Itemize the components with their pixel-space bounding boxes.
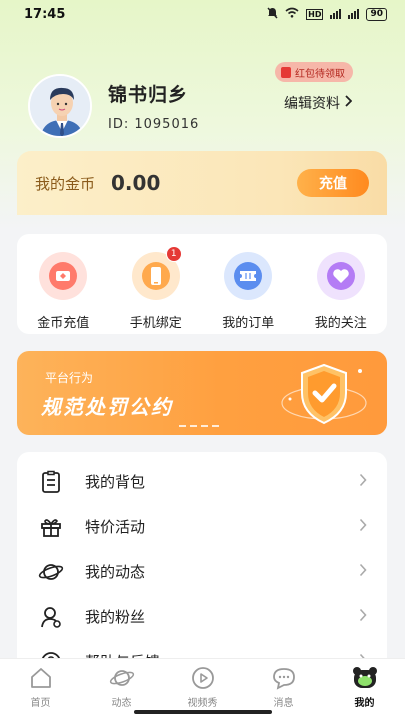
battery-icon: 90: [366, 7, 387, 21]
menu-item-label: 我的动态: [85, 563, 146, 581]
status-icons: HD 90: [267, 6, 387, 22]
menu-item-label: 我的粉丝: [85, 608, 146, 626]
coin-recharge-icon: [39, 252, 88, 300]
planet-icon: [109, 665, 135, 691]
chevron-right-icon: [359, 562, 367, 581]
status-time: 17:45: [24, 6, 66, 22]
shortcut-coin-recharge[interactable]: 金币充值: [23, 252, 103, 334]
profile-section[interactable]: 锦书归乡 ID: 1095016: [28, 74, 199, 138]
redpacket-tip[interactable]: 红包待领取: [275, 62, 353, 82]
coin-balance: 0.00: [111, 171, 161, 195]
chevron-right-icon: [359, 607, 367, 626]
edit-profile-link[interactable]: 编辑资料: [284, 93, 353, 113]
gift-icon: [37, 513, 65, 541]
heart-icon: [316, 252, 365, 300]
shield-check-icon: [272, 359, 372, 435]
menu-item-backpack[interactable]: 我的背包: [17, 459, 387, 504]
notification-badge: 1: [165, 246, 182, 262]
chevron-right-icon: [344, 95, 353, 111]
ticket-icon: [224, 252, 273, 300]
banner-title: 规范处罚公约: [41, 395, 173, 419]
tab-mine[interactable]: 我的: [330, 665, 400, 720]
home-icon: [28, 665, 54, 691]
hd-icon: HD: [306, 8, 324, 20]
menu-item-label: 特价活动: [85, 518, 146, 536]
tab-label: 动态: [111, 698, 132, 709]
home-indicator: [134, 710, 272, 714]
menu-item-my-fans[interactable]: 我的粉丝: [17, 594, 387, 639]
coin-card: 我的金币 0.00 充值: [17, 151, 387, 215]
menu-item-label: 我的背包: [85, 473, 146, 491]
nickname: 锦书归乡: [108, 84, 189, 106]
platform-rules-banner[interactable]: 平台行为 规范处罚公约: [17, 351, 387, 435]
menu-list: 我的背包 特价活动 我的动态 我的粉丝 帮助与反馈: [17, 452, 387, 672]
tab-label: 首页: [30, 698, 51, 709]
shortcut-label: 我的关注: [314, 316, 367, 331]
chevron-right-icon: [359, 517, 367, 536]
redpacket-tip-label: 红包待领取: [295, 68, 345, 80]
avatar[interactable]: [28, 74, 92, 138]
shortcut-label: 手机绑定: [129, 316, 182, 331]
person-icon: [37, 603, 65, 631]
banner-pagination: [179, 425, 219, 427]
mute-icon: [267, 6, 278, 22]
coin-label: 我的金币: [35, 174, 96, 193]
tab-label: 视频秀: [187, 698, 218, 709]
user-id: ID: 1095016: [108, 117, 200, 132]
edit-profile-label: 编辑资料: [284, 96, 340, 112]
menu-item-my-moments[interactable]: 我的动态: [17, 549, 387, 594]
shortcut-my-follows[interactable]: 我的关注: [301, 252, 381, 334]
tab-home[interactable]: 首页: [6, 665, 76, 720]
menu-item-special-offers[interactable]: 特价活动: [17, 504, 387, 549]
shortcut-label: 金币充值: [37, 316, 90, 331]
play-icon: [190, 665, 216, 691]
chat-icon: [271, 665, 297, 691]
signal-icon-2: [348, 9, 360, 19]
clipboard-icon: [37, 468, 65, 496]
status-bar: 17:45 HD 90: [0, 0, 405, 28]
shortcut-phone-binding[interactable]: 1 手机绑定: [116, 246, 196, 334]
signal-icon: [330, 9, 342, 19]
red-packet-icon: [281, 66, 291, 78]
banner-subtitle: 平台行为: [45, 371, 94, 385]
tab-label: 消息: [273, 698, 294, 709]
tab-label: 我的: [354, 698, 375, 709]
shortcut-my-orders[interactable]: 我的订单: [208, 252, 288, 334]
recharge-button[interactable]: 充值: [297, 169, 369, 197]
wifi-icon: [285, 7, 299, 21]
shortcut-grid: 金币充值 1 手机绑定 我的订单 我的关注: [17, 234, 387, 334]
shortcut-label: 我的订单: [222, 316, 275, 331]
planet-icon: [37, 558, 65, 586]
bear-icon: [352, 665, 378, 691]
chevron-right-icon: [359, 472, 367, 491]
